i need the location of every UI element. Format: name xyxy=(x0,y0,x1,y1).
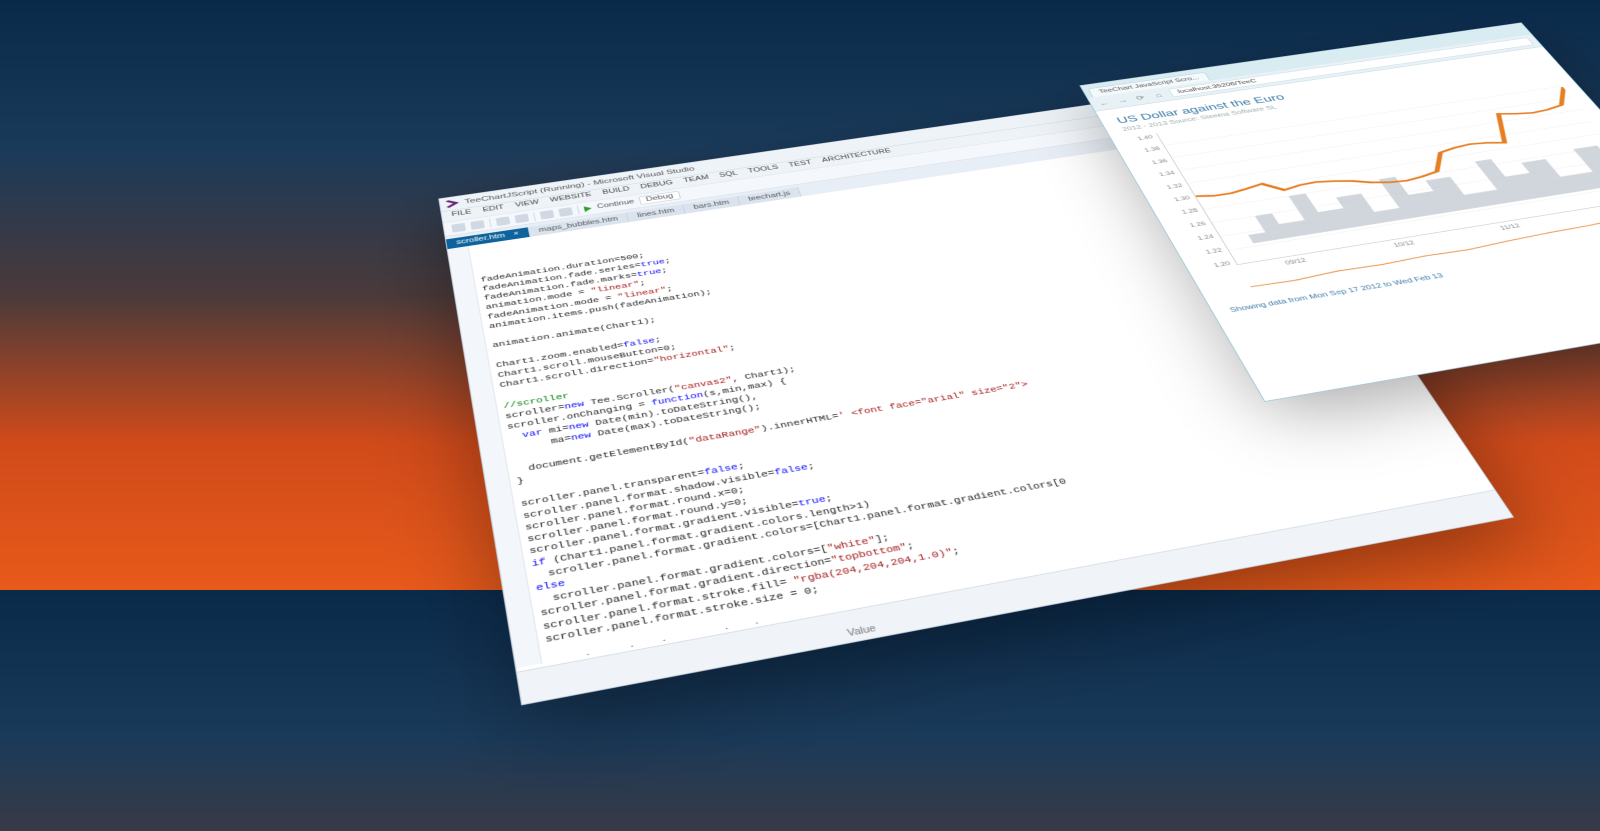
y-tick: 1.36 xyxy=(1141,158,1168,167)
status-value-col: Value xyxy=(846,624,877,639)
y-tick: 1.22 xyxy=(1195,247,1224,257)
y-tick: 1.38 xyxy=(1134,146,1161,155)
nav-fwd-icon[interactable] xyxy=(470,220,485,230)
y-tick: 1.20 xyxy=(1203,260,1232,270)
y-tick: 1.40 xyxy=(1127,134,1154,143)
y-tick: 1.26 xyxy=(1179,220,1207,229)
y-tick: 1.30 xyxy=(1164,195,1192,204)
save-icon[interactable] xyxy=(496,216,511,226)
toolbar-separator xyxy=(577,205,580,214)
reload-icon[interactable]: ⟳ xyxy=(1132,93,1148,101)
undo-icon[interactable] xyxy=(540,210,555,220)
nav-back-icon[interactable]: ← xyxy=(1096,99,1112,107)
vs-logo-icon xyxy=(445,199,459,209)
config-dropdown[interactable]: Debug xyxy=(639,191,681,205)
y-tick: 1.28 xyxy=(1171,207,1199,216)
close-icon[interactable]: × xyxy=(513,230,520,237)
continue-icon[interactable] xyxy=(584,205,593,212)
redo-icon[interactable] xyxy=(558,207,573,217)
nav-fwd-icon[interactable]: → xyxy=(1114,96,1130,104)
y-tick: 1.32 xyxy=(1156,182,1184,191)
save-all-icon[interactable] xyxy=(514,213,529,223)
toolbar-separator xyxy=(533,212,536,221)
y-tick: 1.34 xyxy=(1149,170,1176,179)
y-tick: 1.24 xyxy=(1187,233,1215,243)
toolbar-separator xyxy=(489,218,492,227)
nav-back-icon[interactable] xyxy=(451,223,466,233)
